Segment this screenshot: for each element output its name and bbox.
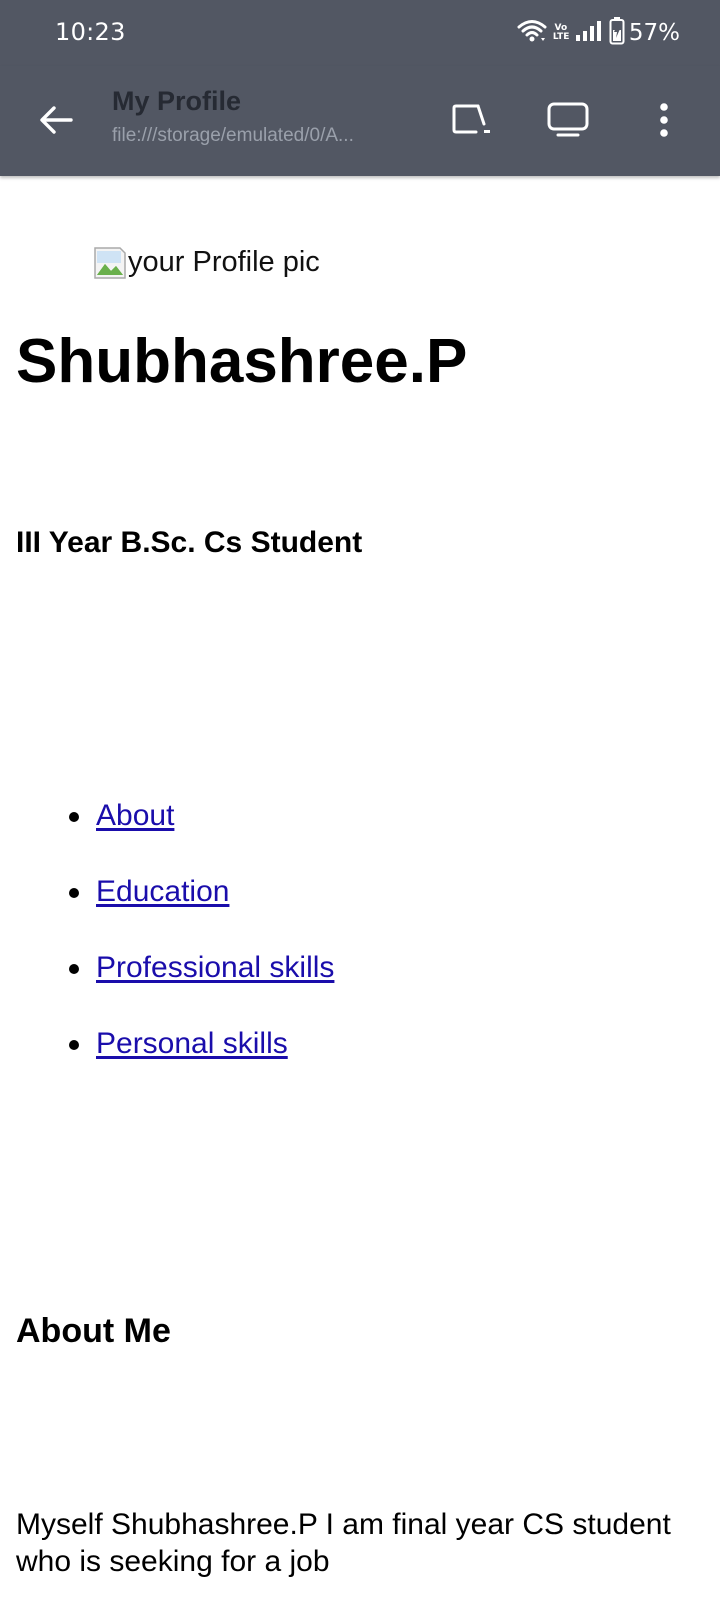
section-nav-list: About Education Professional skills Pers…: [0, 796, 334, 1100]
open-in-app-button[interactable]: [444, 94, 500, 150]
wifi-icon: [517, 18, 547, 49]
nav-link-education[interactable]: Education: [96, 875, 229, 908]
profile-role: III Year B.Sc. Cs Student: [16, 526, 363, 559]
bullet: [69, 1040, 79, 1050]
status-bar: 10:23 Vo LTE 57%: [0, 0, 720, 66]
volte-icon: Vo LTE: [552, 23, 570, 42]
battery-level: 57%: [628, 20, 680, 46]
status-time: 10:23: [55, 18, 126, 46]
battery-charging-icon: [609, 16, 625, 50]
list-item: Personal skills: [0, 1024, 334, 1100]
nav-link-about[interactable]: About: [96, 799, 174, 832]
bullet: [69, 888, 79, 898]
profile-pic: your Profile pic: [94, 246, 320, 279]
profile-name: Shubhashree.P: [16, 327, 468, 396]
list-item: Education: [0, 872, 334, 948]
back-arrow-icon: [39, 105, 73, 140]
about-text: Myself Shubhashree.P I am final year CS …: [16, 1508, 671, 1578]
nav-link-personal-skills[interactable]: Personal skills: [96, 1027, 288, 1060]
browser-toolbar: My Profile file:///storage/emulated/0/A.…: [0, 66, 720, 176]
about-heading: About Me: [16, 1312, 171, 1350]
more-vert-icon: [658, 102, 670, 143]
back-button[interactable]: [30, 96, 82, 148]
desktop-site-button[interactable]: [540, 94, 596, 150]
page-title-block[interactable]: My Profile file:///storage/emulated/0/A.…: [112, 86, 392, 147]
signal-icon: [575, 20, 603, 47]
page-url: file:///storage/emulated/0/A...: [112, 125, 354, 146]
bullet: [69, 812, 79, 822]
status-icons: Vo LTE 57%: [511, 16, 680, 50]
profile-pic-alt-text: your Profile pic: [128, 246, 320, 278]
broken-image-icon: [94, 246, 126, 279]
more-options-button[interactable]: [636, 94, 692, 150]
list-item: Professional skills: [0, 948, 334, 1024]
desktop-site-icon: [546, 101, 590, 144]
nav-link-professional-skills[interactable]: Professional skills: [96, 951, 334, 984]
list-item: About: [0, 796, 334, 872]
page-title: My Profile: [112, 86, 242, 116]
open-in-app-icon: [450, 102, 494, 143]
bullet: [69, 964, 79, 974]
